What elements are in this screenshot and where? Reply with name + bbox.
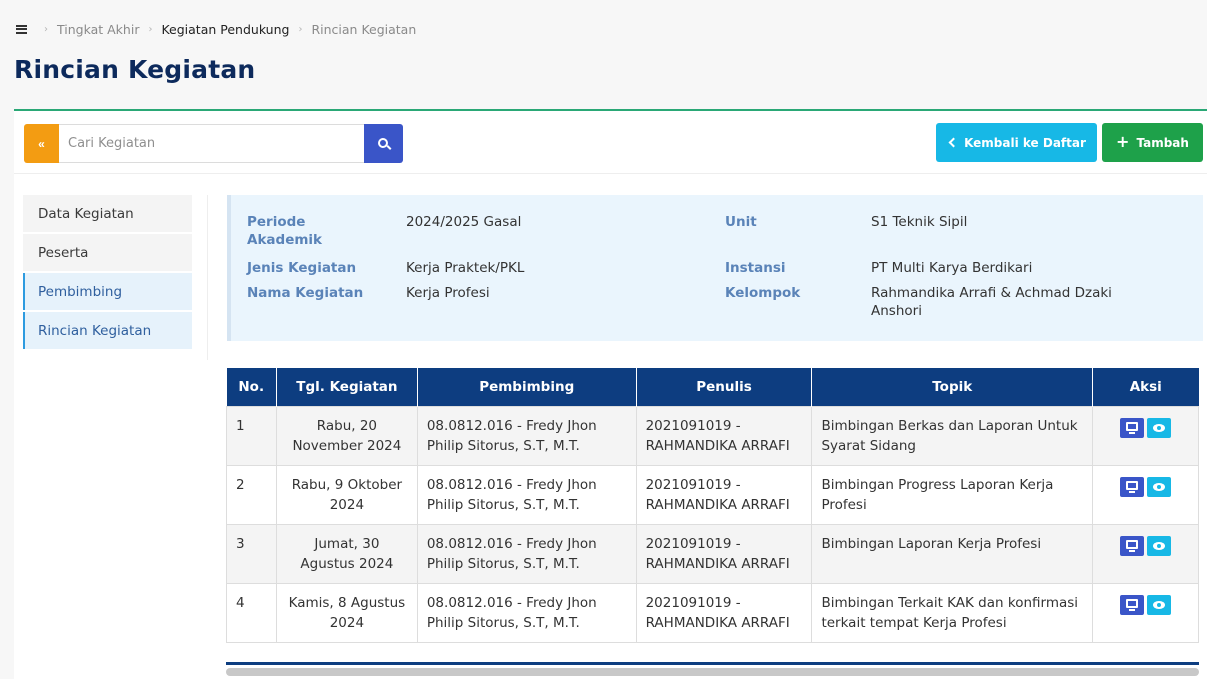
breadcrumb-separator: › — [298, 23, 303, 35]
instansi-value: PT Multi Karya Berdikari — [871, 260, 1033, 276]
present-button[interactable] — [1120, 417, 1145, 438]
cell-no: 1 — [226, 405, 277, 466]
view-button[interactable] — [1147, 535, 1172, 556]
view-button[interactable] — [1147, 417, 1172, 438]
view-button[interactable] — [1147, 476, 1172, 497]
cell-aksi — [1092, 582, 1199, 643]
cell-pembimbing: 08.0812.016 - Fredy Jhon Philip Sitorus,… — [416, 582, 637, 643]
unit-label: Unit — [725, 214, 757, 230]
table-bottom-border — [226, 662, 1199, 665]
plus-icon: + — [1116, 131, 1130, 151]
cell-pembimbing: 08.0812.016 - Fredy Jhon Philip Sitorus,… — [416, 523, 637, 584]
table-row: 3 Jumat, 30 Agustus 2024 08.0812.016 - F… — [226, 523, 1199, 584]
eye-icon — [1153, 600, 1166, 609]
chevron-left-icon — [948, 137, 959, 148]
sidebar-separator — [207, 195, 208, 360]
cell-aksi — [1092, 464, 1199, 525]
cell-no: 4 — [226, 582, 277, 643]
monitor-icon — [1126, 422, 1139, 434]
table-header-row: No. Tgl. Kegiatan Pembimbing Penulis Top… — [226, 368, 1199, 406]
nama-label: Nama Kegiatan — [247, 285, 364, 301]
sidebar-item-data-kegiatan[interactable]: Data Kegiatan — [23, 195, 192, 232]
eye-icon — [1153, 423, 1166, 432]
add-label: Tambah — [1136, 135, 1189, 150]
breadcrumb-separator: › — [148, 23, 153, 35]
nama-value: Kerja Profesi — [406, 285, 490, 301]
column-header-topik: Topik — [811, 368, 1094, 406]
activity-table: No. Tgl. Kegiatan Pembimbing Penulis Top… — [226, 368, 1199, 643]
sidebar-item-rincian-kegiatan[interactable]: Rincian Kegiatan — [23, 312, 192, 349]
cell-no: 2 — [226, 464, 277, 525]
monitor-icon — [1126, 599, 1139, 611]
activity-info-box: Periode Akademik 2024/2025 Gasal Jenis K… — [227, 195, 1203, 341]
divider — [14, 173, 1207, 174]
cell-pembimbing: 08.0812.016 - Fredy Jhon Philip Sitorus,… — [416, 464, 637, 525]
eye-icon — [1153, 482, 1166, 491]
sidebar-menu: Data Kegiatan Peserta Pembimbing Rincian… — [23, 195, 192, 351]
cell-tgl-kegiatan: Rabu, 20 November 2024 — [275, 405, 418, 466]
cell-tgl-kegiatan: Rabu, 9 Oktober 2024 — [275, 464, 418, 525]
sidebar-item-pembimbing[interactable]: Pembimbing — [23, 273, 192, 310]
content-panel: « Kembali ke Daftar + Tambah Data Kegiat… — [14, 109, 1207, 679]
table-row: 4 Kamis, 8 Agustus 2024 08.0812.016 - Fr… — [226, 582, 1199, 643]
horizontal-scrollbar[interactable] — [226, 668, 1199, 676]
cell-penulis: 2021091019 - RAHMANDIKA ARRAFI — [635, 582, 813, 643]
kelompok-label: Kelompok — [725, 285, 801, 301]
cell-penulis: 2021091019 - RAHMANDIKA ARRAFI — [635, 523, 813, 584]
cell-tgl-kegiatan: Kamis, 8 Agustus 2024 — [275, 582, 418, 643]
table-row: 2 Rabu, 9 Oktober 2024 08.0812.016 - Fre… — [226, 464, 1199, 525]
cell-topik: Bimbingan Progress Laporan Kerja Profesi — [811, 464, 1094, 525]
view-button[interactable] — [1147, 594, 1172, 615]
cell-penulis: 2021091019 - RAHMANDIKA ARRAFI — [635, 464, 813, 525]
column-header-tgl-kegiatan: Tgl. Kegiatan — [276, 368, 418, 406]
breadcrumb-item-tingkat-akhir[interactable]: Tingkat Akhir — [57, 22, 139, 37]
back-to-list-button[interactable]: Kembali ke Daftar — [936, 123, 1097, 162]
search-button[interactable] — [364, 124, 403, 163]
jenis-value: Kerja Praktek/PKL — [406, 260, 525, 276]
cell-aksi — [1092, 523, 1199, 584]
monitor-icon — [1126, 540, 1139, 552]
periode-label: Periode Akademik — [247, 214, 323, 248]
breadcrumb-item-kegiatan-pendukung[interactable]: Kegiatan Pendukung — [161, 22, 289, 37]
breadcrumb: › Tingkat Akhir › Kegiatan Pendukung › R… — [16, 20, 416, 38]
periode-value: 2024/2025 Gasal — [406, 214, 522, 230]
unit-value: S1 Teknik Sipil — [871, 214, 968, 230]
monitor-icon — [1126, 481, 1139, 493]
table-row: 1 Rabu, 20 November 2024 08.0812.016 - F… — [226, 405, 1199, 466]
jenis-label: Jenis Kegiatan — [247, 260, 357, 276]
add-button[interactable]: + Tambah — [1102, 123, 1203, 162]
collapse-toggle-button[interactable]: « — [24, 124, 59, 163]
column-header-aksi: Aksi — [1092, 368, 1199, 406]
kelompok-value: Rahmandika Arrafi & Achmad Dzaki Anshori — [871, 285, 1112, 319]
cell-topik: Bimbingan Berkas dan Laporan Untuk Syara… — [811, 405, 1094, 466]
cell-aksi — [1092, 405, 1199, 466]
column-header-pembimbing: Pembimbing — [417, 368, 637, 406]
cell-no: 3 — [226, 523, 277, 584]
cell-tgl-kegiatan: Jumat, 30 Agustus 2024 — [275, 523, 418, 584]
cell-topik: Bimbingan Terkait KAK dan konfirmasi ter… — [811, 582, 1094, 643]
activity-table-wrapper: No. Tgl. Kegiatan Pembimbing Penulis Top… — [226, 368, 1199, 643]
column-header-penulis: Penulis — [636, 368, 813, 406]
present-button[interactable] — [1120, 594, 1145, 615]
menu-icon[interactable] — [16, 24, 27, 34]
column-header-no: No. — [226, 368, 277, 406]
present-button[interactable] — [1120, 476, 1145, 497]
page-title: Rincian Kegiatan — [14, 55, 256, 84]
search-bar: « — [24, 124, 403, 163]
instansi-label: Instansi — [725, 260, 786, 276]
sidebar-item-peserta[interactable]: Peserta — [23, 234, 192, 271]
breadcrumb-item-rincian-kegiatan: Rincian Kegiatan — [311, 21, 417, 37]
search-input[interactable] — [59, 124, 364, 163]
cell-pembimbing: 08.0812.016 - Fredy Jhon Philip Sitorus,… — [416, 405, 637, 466]
breadcrumb-separator: › — [44, 23, 48, 35]
present-button[interactable] — [1120, 535, 1145, 556]
eye-icon — [1153, 541, 1166, 550]
cell-topik: Bimbingan Laporan Kerja Profesi — [811, 523, 1094, 584]
search-icon — [377, 137, 388, 148]
cell-penulis: 2021091019 - RAHMANDIKA ARRAFI — [635, 405, 813, 466]
back-to-list-label: Kembali ke Daftar — [964, 135, 1086, 150]
